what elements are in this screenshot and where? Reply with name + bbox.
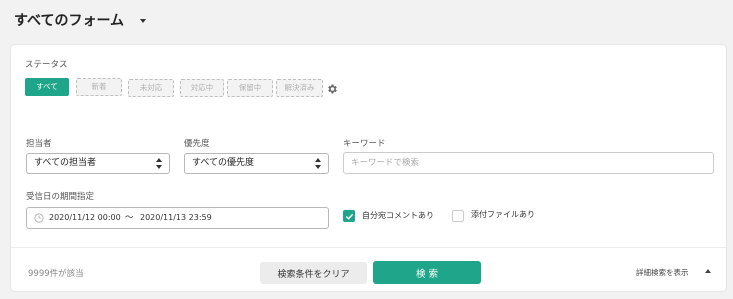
status-chip-on-hold[interactable]: 保留中 <box>227 79 273 97</box>
assignee-select[interactable]: すべての担当者 <box>26 153 170 174</box>
status-chip-in-progress[interactable]: 対応中 <box>180 79 224 97</box>
priority-select-value: すべての優先度 <box>192 158 255 168</box>
search-panel: ステータス すべて 新着 未対応 対応中 保留中 解決済み 担当者 すべての担当… <box>10 44 727 292</box>
status-label: ステータス <box>25 60 68 70</box>
select-arrows-icon <box>315 158 321 169</box>
attachment-checkbox[interactable] <box>452 210 464 222</box>
priority-label: 優先度 <box>184 139 210 149</box>
date-range-start: 2020/11/12 00:00 <box>49 213 121 222</box>
gear-icon[interactable] <box>326 83 338 95</box>
own-comment-label: 自分宛コメントあり <box>362 211 434 220</box>
clock-icon <box>34 213 44 223</box>
chevron-up-icon[interactable] <box>705 269 711 273</box>
form-selector-title[interactable]: すべてのフォーム <box>14 10 124 30</box>
check-icon <box>345 213 354 220</box>
date-range-field[interactable]: 2020/11/12 00:00 〜 2020/11/13 23:59 <box>26 207 329 229</box>
date-range-separator: 〜 <box>125 213 134 223</box>
page-header: すべてのフォーム <box>14 10 147 30</box>
status-chip-new[interactable]: 新着 <box>76 78 122 96</box>
assignee-label: 担当者 <box>26 139 52 149</box>
status-chip-unhandled[interactable]: 未対応 <box>128 79 174 97</box>
chevron-down-icon[interactable] <box>140 19 147 23</box>
result-count: 9999件が該当 <box>28 269 84 279</box>
search-button[interactable]: 検 索 <box>373 261 481 284</box>
keyword-search-input[interactable] <box>343 152 714 174</box>
select-arrows-icon <box>156 158 162 169</box>
attachment-label: 添付ファイルあり <box>471 210 535 219</box>
keyword-label: キーワード <box>343 139 386 149</box>
show-advanced-search-link[interactable]: 詳細検索を表示 <box>636 267 689 278</box>
status-chip-resolved[interactable]: 解決済み <box>276 79 323 97</box>
status-chip-all[interactable]: すべて <box>25 78 69 96</box>
priority-select[interactable]: すべての優先度 <box>184 153 329 174</box>
date-range-label: 受信日の期間指定 <box>26 192 95 202</box>
clear-conditions-button[interactable]: 検索条件をクリア <box>260 262 367 284</box>
date-range-end: 2020/11/13 23:59 <box>140 213 212 222</box>
divider <box>11 247 726 248</box>
assignee-select-value: すべての担当者 <box>34 158 97 168</box>
own-comment-checkbox[interactable] <box>343 210 355 222</box>
